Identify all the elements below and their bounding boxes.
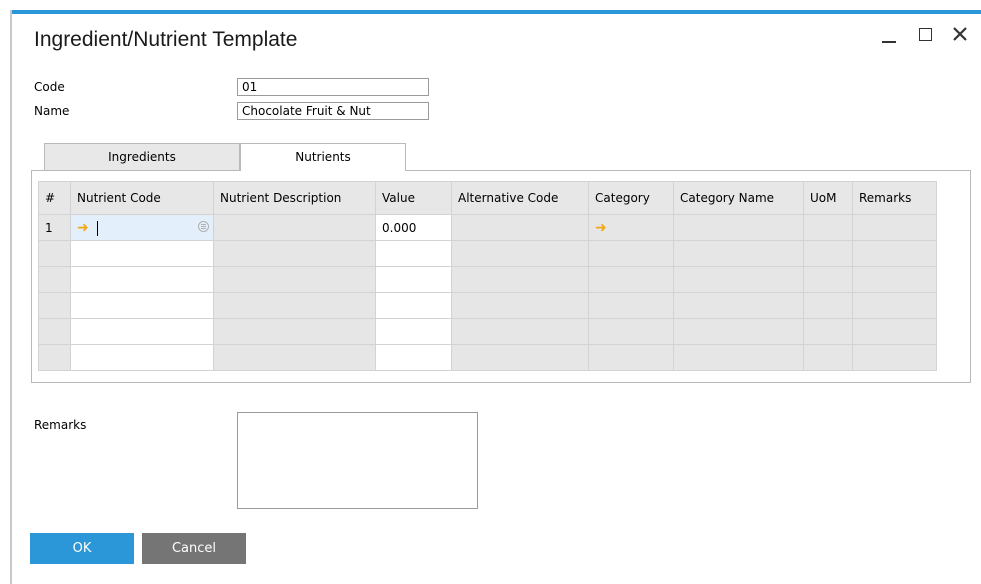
remarks-cell[interactable] [852,266,937,293]
value-cell[interactable] [375,318,452,345]
nutrient-description-cell [213,240,376,267]
alternative-code-cell [451,318,589,345]
column-header-value[interactable]: Value [375,181,452,215]
column-header-nutrient-description[interactable]: Nutrient Description [213,181,376,215]
category-name-cell [673,318,804,345]
name-label: Name [34,104,70,118]
nutrient-description-cell [213,214,376,241]
minimize-icon[interactable] [879,24,901,46]
category-name-cell [673,292,804,319]
row-number [38,292,71,319]
column-header-uom[interactable]: UoM [803,181,853,215]
nutrients-grid: # Nutrient Code Nutrient Description Val… [38,181,937,371]
window-border [10,10,12,584]
uom-cell [803,214,853,241]
value-cell[interactable] [375,266,452,293]
alternative-code-cell [451,240,589,267]
nutrient-code-cell[interactable] [70,344,214,371]
nutrient-code-cell[interactable] [70,292,214,319]
remarks-label: Remarks [34,418,87,432]
table-row[interactable] [38,344,937,371]
category-name-cell [673,214,804,241]
table-row[interactable] [38,292,937,319]
alternative-code-cell [451,344,589,371]
alternative-code-cell [451,266,589,293]
table-row[interactable] [38,240,937,267]
value-cell[interactable] [375,240,452,267]
tab-ingredients[interactable]: Ingredients [44,143,240,170]
column-header-remarks[interactable]: Remarks [852,181,937,215]
category-cell [588,266,674,293]
column-header-nutrient-code[interactable]: Nutrient Code [70,181,214,215]
uom-cell [803,318,853,345]
window-title: Ingredient/Nutrient Template [34,28,298,51]
remarks-textarea[interactable] [237,412,478,509]
column-header-alternative-code[interactable]: Alternative Code [451,181,589,215]
uom-cell [803,292,853,319]
category-cell [588,344,674,371]
category-cell [588,240,674,267]
value-cell[interactable]: 0.000 [375,214,452,241]
name-field[interactable]: Chocolate Fruit & Nut [237,102,429,120]
value-cell[interactable] [375,292,452,319]
row-number [38,318,71,345]
choose-from-list-icon[interactable] [198,221,209,232]
tab-nutrients[interactable]: Nutrients [240,143,406,171]
remarks-cell[interactable] [852,318,937,345]
code-label: Code [34,80,65,94]
category-name-cell [673,344,804,371]
remarks-cell[interactable] [852,292,937,319]
code-field[interactable]: 01 [237,78,429,96]
row-number [38,344,71,371]
category-cell [588,318,674,345]
category-cell: ➜ [588,214,674,241]
alternative-code-cell [451,214,589,241]
uom-cell [803,344,853,371]
remarks-cell[interactable] [852,214,937,241]
row-number[interactable]: 1 [38,214,71,241]
ok-button[interactable]: OK [30,533,134,564]
category-cell [588,292,674,319]
nutrient-code-cell[interactable] [70,266,214,293]
text-cursor [96,220,98,236]
link-arrow-icon[interactable]: ➜ [595,220,607,236]
uom-cell [803,240,853,267]
nutrient-code-cell[interactable] [70,318,214,345]
table-row[interactable] [38,318,937,345]
alternative-code-cell [451,292,589,319]
nutrient-description-cell [213,292,376,319]
close-icon[interactable] [950,24,972,46]
nutrient-code-cell[interactable] [70,240,214,267]
category-name-cell [673,266,804,293]
window-accent-bar [10,10,981,14]
cancel-button[interactable]: Cancel [142,533,246,564]
value-cell[interactable] [375,344,452,371]
column-header-category-name[interactable]: Category Name [673,181,804,215]
nutrient-description-cell [213,266,376,293]
category-name-cell [673,240,804,267]
maximize-icon[interactable] [916,24,938,46]
remarks-cell[interactable] [852,240,937,267]
nutrient-description-cell [213,344,376,371]
nutrient-description-cell [213,318,376,345]
uom-cell [803,266,853,293]
row-number [38,266,71,293]
row-number [38,240,71,267]
column-header-number[interactable]: # [38,181,71,215]
column-header-category[interactable]: Category [588,181,674,215]
remarks-cell[interactable] [852,344,937,371]
table-row[interactable] [38,266,937,293]
link-arrow-icon[interactable]: ➜ [77,220,89,236]
nutrient-code-cell[interactable]: ➜ [70,214,214,241]
table-row[interactable]: 1 ➜ 0.000 ➜ [38,214,937,241]
